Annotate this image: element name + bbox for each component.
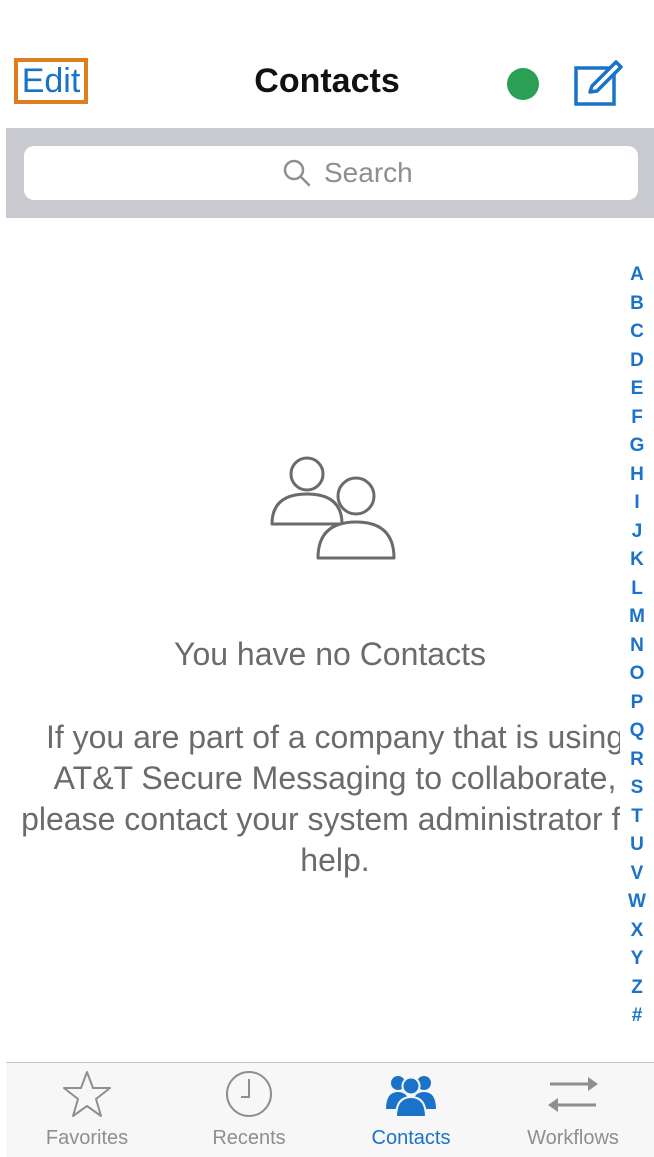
index-letter[interactable]: H xyxy=(630,461,644,490)
tab-favorites[interactable]: Favorites xyxy=(6,1063,168,1157)
compose-icon xyxy=(574,60,623,106)
tab-workflows[interactable]: Workflows xyxy=(492,1063,654,1157)
index-letter[interactable]: D xyxy=(630,347,644,376)
index-letter[interactable]: L xyxy=(631,575,643,604)
index-letter[interactable]: Y xyxy=(631,945,644,974)
tab-label: Contacts xyxy=(371,1127,451,1149)
tab-bar: Favorites Recents Contacts Workflows xyxy=(6,1062,654,1157)
contacts-icon xyxy=(270,456,396,560)
index-letter[interactable]: T xyxy=(631,803,643,832)
index-letter[interactable]: W xyxy=(628,888,646,917)
index-letter[interactable]: U xyxy=(630,831,644,860)
tab-label: Workflows xyxy=(527,1127,619,1149)
index-letter[interactable]: E xyxy=(631,375,644,404)
index-letter[interactable]: P xyxy=(631,689,644,718)
index-letter[interactable]: O xyxy=(630,660,645,689)
arrows-icon xyxy=(548,1077,598,1112)
tab-contacts[interactable]: Contacts xyxy=(330,1063,492,1157)
index-letter[interactable]: X xyxy=(631,917,644,946)
index-letter[interactable]: F xyxy=(631,404,643,433)
index-letter[interactable]: K xyxy=(630,546,644,575)
clock-icon xyxy=(226,1071,272,1117)
index-letter[interactable]: Z xyxy=(631,974,643,1003)
index-letter[interactable]: B xyxy=(630,290,644,319)
search-bar: Search xyxy=(6,128,654,218)
index-letter[interactable]: C xyxy=(630,318,644,347)
tab-label: Favorites xyxy=(45,1127,129,1149)
compose-button[interactable] xyxy=(572,58,624,108)
page-title: Contacts xyxy=(254,62,400,100)
tab-label: Recents xyxy=(212,1127,286,1149)
alphabet-index[interactable]: A B C D E F G H I J K L M N O P Q R S T U V W X Y Z # xyxy=(620,261,654,1031)
search-input[interactable]: Search xyxy=(24,146,638,200)
index-letter[interactable]: # xyxy=(632,1002,643,1031)
index-letter[interactable]: A xyxy=(630,261,644,290)
contacts-icon xyxy=(386,1076,436,1118)
star-icon xyxy=(63,1071,111,1117)
empty-state-title: You have no Contacts xyxy=(174,636,486,672)
status-indicator xyxy=(507,68,539,100)
index-letter[interactable]: Q xyxy=(630,717,645,746)
index-letter[interactable]: N xyxy=(630,632,644,661)
empty-state-message: If you are part of a company that is usi… xyxy=(21,719,649,878)
tab-recents[interactable]: Recents xyxy=(168,1063,330,1157)
index-letter[interactable]: M xyxy=(629,603,645,632)
search-placeholder: Search xyxy=(324,157,413,188)
index-letter[interactable]: S xyxy=(631,774,644,803)
index-letter[interactable]: G xyxy=(630,432,645,461)
index-letter[interactable]: J xyxy=(632,518,643,547)
search-icon xyxy=(283,159,311,187)
nav-bar: Edit Contacts xyxy=(0,0,654,128)
index-letter[interactable]: R xyxy=(630,746,644,775)
index-letter[interactable]: V xyxy=(631,860,644,889)
index-letter[interactable]: I xyxy=(634,489,639,518)
